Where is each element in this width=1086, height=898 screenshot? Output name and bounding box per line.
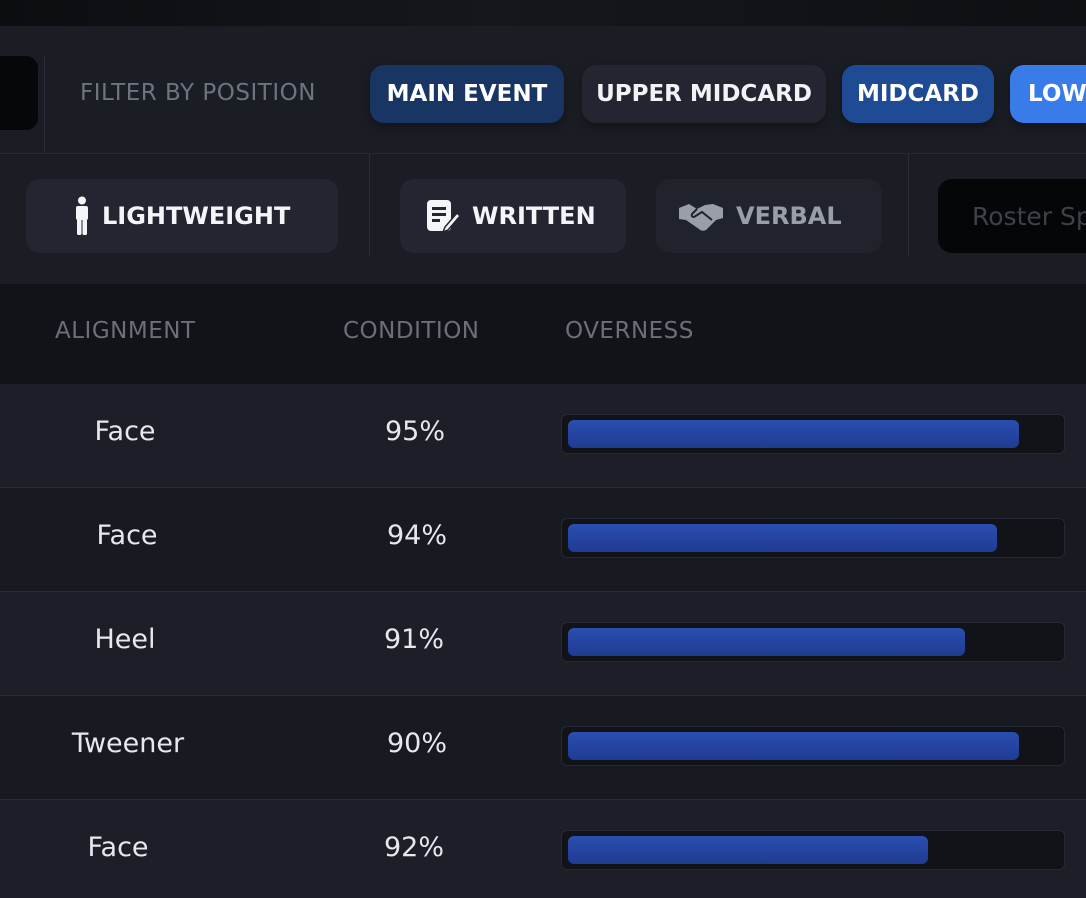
alignment-cell: Face xyxy=(94,416,156,447)
table-row[interactable]: Tweener 90% xyxy=(0,696,1086,800)
overness-bar xyxy=(561,518,1065,558)
table-header: ALIGNMENT CONDITION OVERNESS xyxy=(0,284,1086,384)
position-main-event-button[interactable]: MAIN EVENT xyxy=(370,65,564,123)
column-header-condition[interactable]: CONDITION xyxy=(343,318,480,344)
alignment-cell: Tweener xyxy=(71,728,185,759)
divider xyxy=(908,154,909,256)
weight-class-label: LIGHTWEIGHT xyxy=(102,202,291,230)
position-midcard-button[interactable]: MIDCARD xyxy=(842,65,994,123)
position-filter-row: FILTER BY POSITION MAIN EVENT UPPER MIDC… xyxy=(0,26,1086,154)
weight-class-button[interactable]: LIGHTWEIGHT xyxy=(26,179,338,253)
table-row[interactable]: Face 95% xyxy=(0,384,1086,488)
roster-search-input[interactable] xyxy=(938,179,1086,253)
contract-verbal-button[interactable]: VERBAL xyxy=(656,179,882,253)
condition-cell: 95% xyxy=(384,416,446,447)
overness-bar xyxy=(561,414,1065,454)
column-header-alignment[interactable]: ALIGNMENT xyxy=(55,318,196,344)
contract-written-button[interactable]: WRITTEN xyxy=(400,179,626,253)
attribute-filter-row: LIGHTWEIGHT WRITTEN VERBAL Roster Sp xyxy=(0,154,1086,284)
overness-bar-fill xyxy=(568,628,965,656)
overness-bar xyxy=(561,622,1065,662)
handshake-icon xyxy=(678,200,724,232)
roster-page: FILTER BY POSITION MAIN EVENT UPPER MIDC… xyxy=(0,0,1086,898)
alignment-cell: Face xyxy=(87,832,149,863)
contract-verbal-label: VERBAL xyxy=(736,202,842,230)
filter-by-position-label: FILTER BY POSITION xyxy=(80,80,316,106)
person-icon xyxy=(74,196,90,236)
overness-bar xyxy=(561,726,1065,766)
alignment-cell: Heel xyxy=(94,624,156,655)
overness-bar-fill xyxy=(568,732,1019,760)
position-upper-midcard-label: UPPER MIDCARD xyxy=(596,81,812,107)
table-row[interactable]: Face 92% xyxy=(0,800,1086,898)
filter-bar: FILTER BY POSITION MAIN EVENT UPPER MIDC… xyxy=(0,26,1086,284)
position-low-label: LOW xyxy=(1028,81,1086,107)
table-row[interactable]: Face 94% xyxy=(0,488,1086,592)
table-row[interactable]: Heel 91% xyxy=(0,592,1086,696)
overness-bar-fill xyxy=(568,836,928,864)
condition-cell: 91% xyxy=(383,624,445,655)
divider xyxy=(44,56,45,152)
document-pen-icon xyxy=(426,199,460,233)
condition-cell: 94% xyxy=(386,520,448,551)
divider xyxy=(369,154,370,256)
roster-table-body: Face 95% Face 94% Heel 91% Tweener 90% F… xyxy=(0,384,1086,898)
left-control-stub[interactable] xyxy=(0,56,38,130)
alignment-cell: Face xyxy=(96,520,158,551)
header-strip xyxy=(0,0,1086,26)
overness-bar xyxy=(561,830,1065,870)
position-main-event-label: MAIN EVENT xyxy=(386,81,548,107)
condition-cell: 92% xyxy=(383,832,445,863)
overness-bar-fill xyxy=(568,420,1019,448)
position-low-button[interactable]: LOW xyxy=(1010,65,1086,123)
condition-cell: 90% xyxy=(386,728,448,759)
overness-bar-fill xyxy=(568,524,997,552)
position-midcard-label: MIDCARD xyxy=(856,81,980,107)
column-header-overness[interactable]: OVERNESS xyxy=(565,318,694,344)
position-upper-midcard-button[interactable]: UPPER MIDCARD xyxy=(582,65,826,123)
contract-written-label: WRITTEN xyxy=(472,202,596,230)
